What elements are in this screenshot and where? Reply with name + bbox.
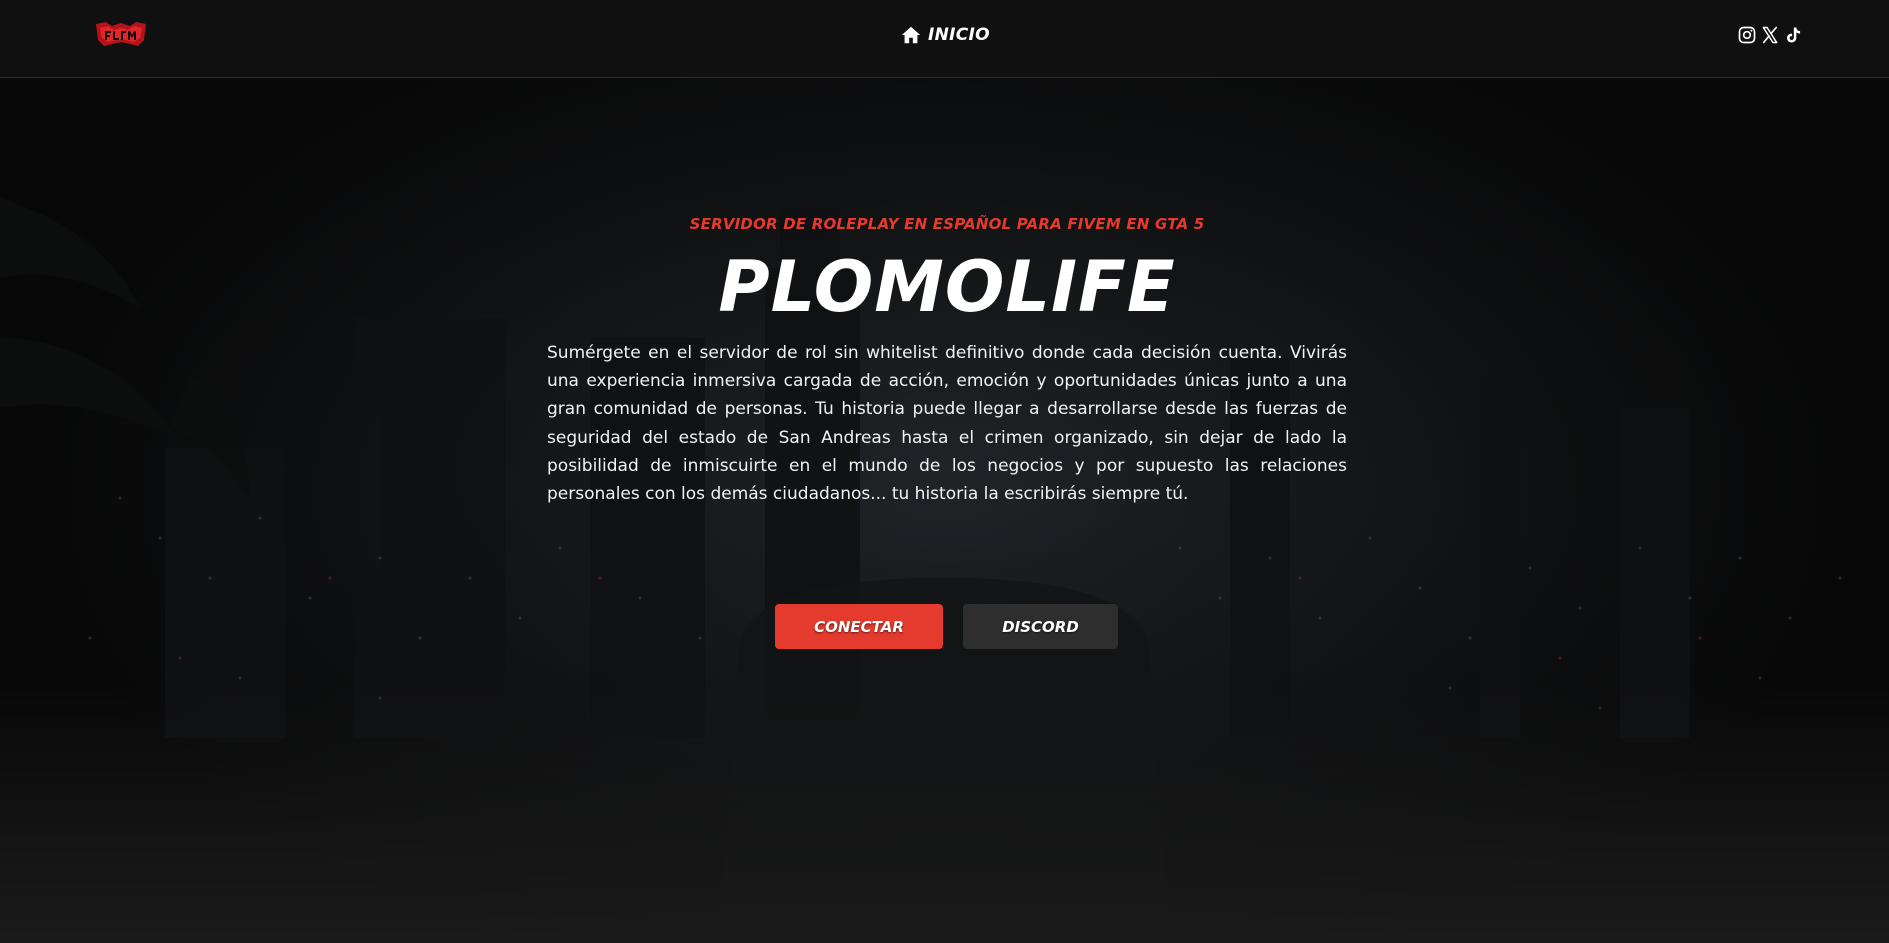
hero-content: SERVIDOR DE ROLEPLAY EN ESPAÑOL PARA FIV… bbox=[547, 213, 1347, 508]
discord-button[interactable]: DISCORD bbox=[963, 604, 1118, 649]
nav-home-link[interactable]: INICIO bbox=[900, 24, 990, 46]
tiktok-icon[interactable] bbox=[1783, 25, 1803, 45]
home-icon bbox=[901, 26, 921, 44]
hero-buttons: CONECTAR DISCORD bbox=[775, 604, 1118, 649]
hero-tagline: SERVIDOR DE ROLEPLAY EN ESPAÑOL PARA FIV… bbox=[689, 215, 1205, 233]
hero-title: PLOMOLIFE bbox=[718, 246, 1176, 328]
hero-bottom-fade bbox=[0, 683, 1889, 943]
instagram-icon[interactable] bbox=[1737, 25, 1757, 45]
x-icon[interactable] bbox=[1760, 25, 1780, 45]
connect-button[interactable]: CONECTAR bbox=[775, 604, 943, 649]
plomolife-logo-icon[interactable] bbox=[94, 20, 148, 48]
top-navbar: INICIO bbox=[0, 0, 1889, 78]
social-links bbox=[1737, 25, 1803, 45]
nav-home-label: INICIO bbox=[928, 25, 990, 45]
hero-description: Sumérgete en el servidor de rol sin whit… bbox=[547, 343, 1347, 505]
hero-section bbox=[0, 78, 1889, 943]
